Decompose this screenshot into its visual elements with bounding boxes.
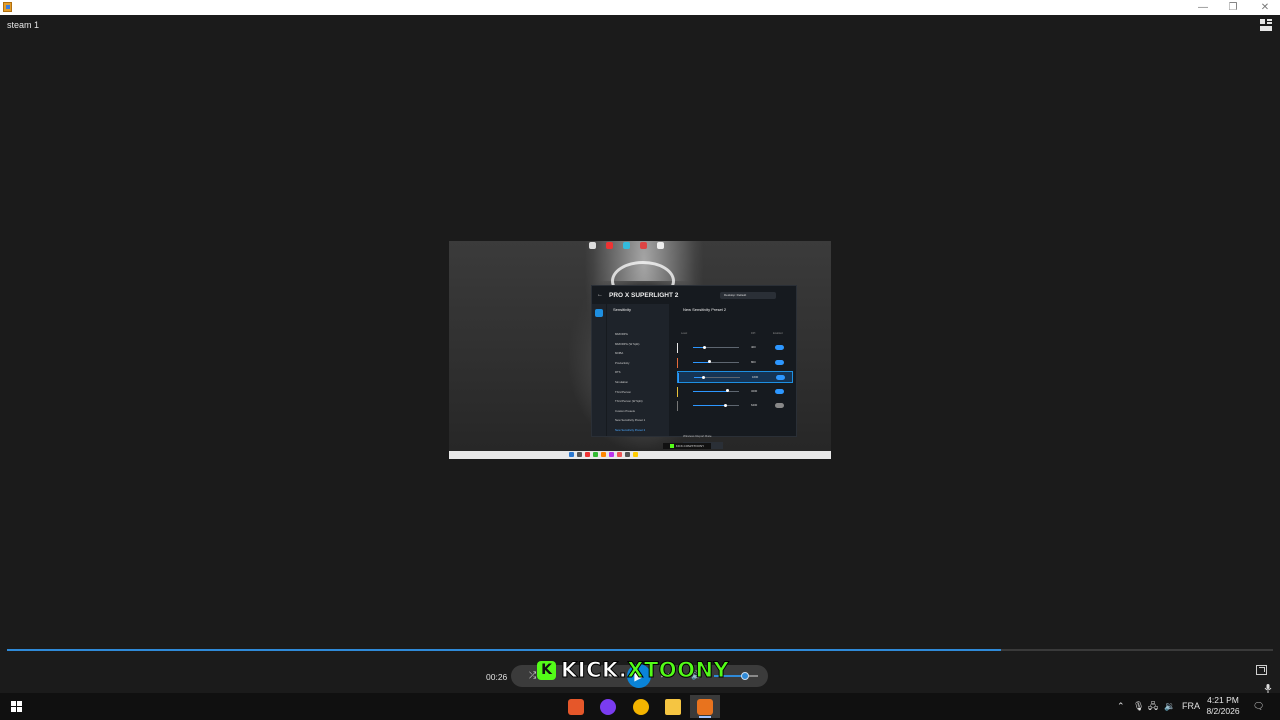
dpi-color-marker xyxy=(677,343,678,353)
app-icon xyxy=(3,2,12,12)
preset-title: New Sensitivity Preset 2 xyxy=(683,307,727,312)
dpi-row: 1600 xyxy=(677,371,793,383)
report-rate-label: Wireless Report Rate xyxy=(683,434,712,438)
dpi-slider-knob xyxy=(723,403,727,407)
dpi-enabled-toggle xyxy=(775,359,784,365)
dpi-color-marker xyxy=(677,386,678,397)
notification-icon[interactable]: 🗨 xyxy=(1253,693,1264,720)
windows-taskbar: ⌃ 🎙 🖧 🔉 FRA 4:21 PM 8/2/2026 🗨 xyxy=(0,693,1280,720)
video-title: steam 1 xyxy=(7,20,40,30)
preset-list-item: Custom Presets xyxy=(615,408,635,413)
preset-list-item: RTS xyxy=(615,370,621,375)
network-icon[interactable]: 🖧 xyxy=(1148,693,1158,720)
preset-list-item: Productivity xyxy=(615,360,630,365)
kick-branding: KICK.XTOONY xyxy=(560,658,730,683)
ghub-sidebar: Sensitivity MMORPG MMORPG (W Split) MOBA Pr… xyxy=(607,304,669,436)
preset-list-item: MMORPG xyxy=(615,332,628,336)
dpi-slider-knob xyxy=(707,360,711,363)
dpi-slider-knob xyxy=(703,345,706,349)
sensitivity-rail-icon xyxy=(595,309,603,317)
layout-icon[interactable] xyxy=(1260,19,1272,31)
col-enabled: Enabled xyxy=(773,332,783,335)
dpi-slider-fill xyxy=(693,390,728,392)
dpi-row: 6400 xyxy=(677,400,793,412)
sidebar-heading: Sensitivity xyxy=(613,307,632,312)
dpi-value: 1600 xyxy=(752,375,759,379)
dpi-enabled-toggle xyxy=(775,388,784,394)
file-explorer-icon[interactable] xyxy=(658,695,688,718)
maximize-button[interactable]: ❐ xyxy=(1218,0,1248,15)
dpi-slider xyxy=(693,360,739,363)
video-frame[interactable]: ← PRO X SUPERLIGHT 2 Desktop: Default Se… xyxy=(449,241,831,459)
ghub-main: New Sensitivity Preset 2 Level DPI Enabl… xyxy=(677,304,795,449)
ghub-rail xyxy=(592,304,606,436)
volume-knob[interactable] xyxy=(740,672,749,680)
dpi-slider-knob xyxy=(701,375,705,379)
profile-dropdown: Desktop: Default xyxy=(720,292,776,299)
voice-mic-icon[interactable] xyxy=(1264,684,1272,693)
title-bar: — ❐ ✕ xyxy=(0,0,1280,15)
clock-date: 8/2/2026 xyxy=(1206,706,1240,716)
dpi-value: 400 xyxy=(751,345,756,349)
dpi-enabled-toggle xyxy=(775,403,784,408)
minimize-button[interactable]: — xyxy=(1188,0,1218,15)
preset-list-item: New Sensitivity Preset 2 xyxy=(615,427,646,432)
dpi-slider xyxy=(694,375,740,379)
col-dpi: DPI xyxy=(751,332,756,335)
dpi-slider-fill xyxy=(693,405,726,406)
dpi-enabled-toggle xyxy=(775,345,784,350)
seek-bar-fill xyxy=(7,649,1001,651)
ghub-title: PRO X SUPERLIGHT 2 xyxy=(609,292,679,299)
kick-overlay: K KICK.XTOONY xyxy=(537,656,729,684)
clock-time: 4:21 PM xyxy=(1207,695,1239,705)
microphone-icon[interactable]: 🎙 xyxy=(1133,693,1144,720)
video-taskbar xyxy=(449,451,831,459)
shuffle-icon[interactable]: ⤮ xyxy=(529,670,536,681)
dpi-value: 3200 xyxy=(751,388,758,393)
dpi-color-marker xyxy=(678,373,679,383)
preset-list-item: Simulation xyxy=(615,379,629,384)
close-button[interactable]: ✕ xyxy=(1250,0,1280,15)
kick-logo-icon: K xyxy=(537,660,556,680)
dpi-slider xyxy=(693,345,739,349)
dpi-row: 800 xyxy=(677,357,793,369)
preset-list-item: Third Person (W Split) xyxy=(615,399,643,404)
dpi-slider xyxy=(693,403,739,407)
brave-icon[interactable] xyxy=(561,695,591,718)
media-player-icon[interactable] xyxy=(690,695,720,718)
dpi-enabled-toggle xyxy=(776,375,785,380)
dpi-slider xyxy=(693,389,739,392)
back-arrow-icon: ← xyxy=(597,292,603,298)
dpi-slider-knob xyxy=(726,389,729,392)
windows-start-icon[interactable] xyxy=(11,701,22,712)
preset-list-item: MOBA xyxy=(615,351,624,356)
preset-list: MMORPG MMORPG (W Split) MOBA Productivity RT… xyxy=(615,330,645,436)
dpi-color-marker xyxy=(677,401,678,411)
dpi-row: 3200 xyxy=(677,386,793,398)
seek-bar[interactable] xyxy=(7,649,1273,651)
dpi-row: 400 xyxy=(677,342,793,354)
show-hidden-icons[interactable]: ⌃ xyxy=(1117,693,1125,720)
video-taskbar-icons xyxy=(569,452,638,457)
preset-list-item: Third Person xyxy=(615,389,632,394)
dpi-slider-fill xyxy=(693,361,710,363)
spotify-icon[interactable] xyxy=(593,695,623,718)
language-indicator[interactable]: FRA xyxy=(1182,693,1200,720)
preset-list-item: MMORPG (W Split) xyxy=(615,341,640,346)
preset-list-item: New Sensitivity Preset 1 xyxy=(615,418,646,423)
clock[interactable]: 4:21 PM 8/2/2026 xyxy=(1200,695,1246,717)
ghub-window: ← PRO X SUPERLIGHT 2 Desktop: Default Se… xyxy=(591,285,797,449)
speaker-icon[interactable]: 🔉 xyxy=(1164,693,1175,720)
stream-tag: KICK.COM/XTOONY xyxy=(663,443,711,449)
dpi-value: 800 xyxy=(751,359,756,364)
desktop-icons xyxy=(589,242,664,251)
kick-brand: KICK. xyxy=(560,658,628,683)
current-time: 00:26 xyxy=(486,672,508,682)
dpi-value: 6400 xyxy=(751,403,758,407)
fullscreen-icon[interactable] xyxy=(1256,665,1267,675)
dpi-color-marker xyxy=(677,357,678,368)
chrome-icon[interactable] xyxy=(626,695,656,718)
col-level: Level xyxy=(681,332,688,335)
kick-handle: XTOONY xyxy=(627,658,730,683)
